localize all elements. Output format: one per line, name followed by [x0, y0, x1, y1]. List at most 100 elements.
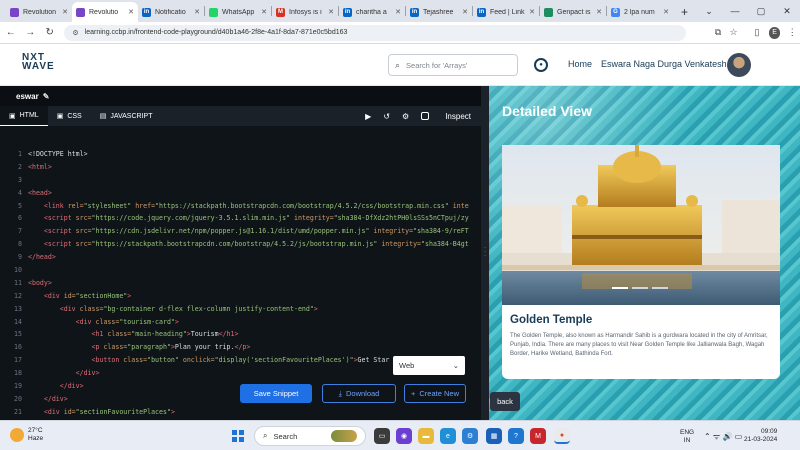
- tab-close-icon[interactable]: ✕: [395, 8, 401, 16]
- user-name[interactable]: Eswara Naga Durga Venkatesh: [601, 59, 727, 69]
- tab-css-label: CSS: [67, 112, 82, 120]
- tab-close-icon[interactable]: ✕: [261, 8, 267, 16]
- code-token: "bg-container d-flex flex-column justify…: [103, 304, 314, 313]
- reload-icon[interactable]: ↻: [41, 27, 58, 38]
- browser-tab[interactable]: WhatsApp ✕: [205, 2, 271, 22]
- download-button[interactable]: ⤓ Download: [322, 384, 396, 403]
- site-info-icon[interactable]: ⚙: [72, 29, 78, 37]
- tab-label: Genpact is: [557, 8, 591, 16]
- minimize-icon[interactable]: —: [722, 6, 748, 16]
- browser-tab[interactable]: in charitha a ✕: [339, 2, 405, 22]
- tab-css[interactable]: ▣ CSS: [48, 106, 91, 126]
- weather-widget[interactable]: 27°C Haze: [10, 427, 43, 443]
- browser-tab[interactable]: Revolution ✕: [6, 2, 72, 22]
- output-type-select[interactable]: Web ⌄: [393, 356, 465, 375]
- side-panel-icon[interactable]: ▯: [749, 27, 765, 38]
- code-token: onclick=: [182, 356, 215, 365]
- home-link[interactable]: Home: [568, 59, 592, 69]
- inspect-checkbox[interactable]: [421, 112, 430, 121]
- code-token: >: [170, 407, 175, 416]
- inspect-toggle[interactable]: Inspect: [421, 112, 471, 121]
- code-token: "https://stackpath.bootstrapcdn.com/boot…: [155, 201, 453, 210]
- search-input[interactable]: ⌕ Search for 'Arrays': [388, 54, 518, 76]
- line-number: 17: [14, 356, 22, 365]
- code-token: </h1>: [218, 330, 239, 339]
- tab-close-icon[interactable]: ✕: [62, 8, 68, 16]
- code-text: <script src="https://stackpath.bootstrap…: [28, 238, 469, 251]
- photos-app-icon[interactable]: ▦: [486, 428, 502, 444]
- code-token: src=: [75, 240, 92, 249]
- back-arrow-icon[interactable]: ←: [2, 27, 19, 38]
- back-button[interactable]: back: [490, 392, 520, 411]
- chrome-icon[interactable]: ●: [554, 428, 570, 444]
- taskbar-search[interactable]: ⌕ Search: [254, 426, 366, 446]
- browser-tab[interactable]: G 2 lpa num ✕: [607, 2, 673, 22]
- bookmark-star-icon[interactable]: ☆: [726, 27, 742, 38]
- file-explorer-icon[interactable]: ▬: [418, 428, 434, 444]
- code-text: <button class="button" onclick="display(…: [28, 354, 390, 367]
- code-token: id=: [63, 291, 76, 300]
- save-snippet-button[interactable]: Save Snippet: [240, 384, 312, 403]
- browser-tab[interactable]: M Infosys is i ✕: [272, 2, 338, 22]
- code-token: </div>: [28, 394, 68, 403]
- forward-arrow-icon[interactable]: →: [21, 27, 38, 38]
- tab-html[interactable]: ▣ HTML: [0, 106, 48, 126]
- tab-close-icon[interactable]: ✕: [596, 8, 602, 16]
- help-icon[interactable]: ?: [508, 428, 524, 444]
- tab-close-icon[interactable]: ✕: [194, 8, 200, 16]
- line-number: 21: [14, 407, 22, 416]
- reset-icon[interactable]: ↺: [383, 112, 390, 121]
- system-tray[interactable]: ⌃ ᯤ 🔊 ▭: [704, 431, 742, 442]
- chevron-down-icon[interactable]: ⌄: [696, 6, 722, 17]
- maximize-icon[interactable]: ▢: [748, 6, 774, 17]
- tab-close-icon[interactable]: ✕: [663, 8, 669, 16]
- browser-tab[interactable]: in Tejashree ✕: [406, 2, 472, 22]
- create-new-label: Create New: [419, 389, 459, 398]
- tab-close-icon[interactable]: ✕: [328, 8, 334, 16]
- tab-label: Notificatio: [155, 8, 186, 16]
- tab-close-icon[interactable]: ✕: [529, 8, 535, 16]
- input-language[interactable]: ENG IN: [680, 429, 694, 445]
- profile-avatar[interactable]: E: [768, 26, 781, 39]
- drag-handle-icon: · · ·: [484, 245, 486, 259]
- browser-tab[interactable]: Genpact is ✕: [540, 2, 606, 22]
- tab-close-icon[interactable]: ✕: [462, 8, 468, 16]
- run-play-icon[interactable]: ▶: [365, 112, 371, 121]
- close-icon[interactable]: ✕: [774, 6, 800, 17]
- code-token: "paragraph": [127, 343, 171, 352]
- line-number: 7: [18, 227, 22, 236]
- card-description: The Golden Temple, also known as Harmand…: [510, 333, 768, 357]
- timer-icon[interactable]: ●: [534, 58, 548, 72]
- search-highlight-image: [331, 430, 357, 442]
- panel-resize-handle[interactable]: · · ·: [481, 86, 489, 420]
- system-clock[interactable]: 09:09 21-03-2024: [744, 428, 777, 444]
- settings-app-icon[interactable]: ⚙: [462, 428, 478, 444]
- code-text: <html>: [28, 161, 52, 174]
- code-area[interactable]: 1 <!DOCTYPE html> 2 <html> 3 4 <head> 5 <link r…: [0, 148, 481, 420]
- new-tab-button[interactable]: +: [673, 2, 696, 22]
- windows-start-icon[interactable]: [232, 430, 244, 442]
- clock-date: 21-03-2024: [744, 436, 778, 443]
- tab-favicon-icon: in: [343, 7, 352, 17]
- install-app-icon[interactable]: ⧉: [710, 27, 726, 38]
- url-field[interactable]: ⚙ learning.ccbp.in/frontend-code-playgro…: [64, 24, 687, 41]
- taskbar-search-label: Search: [273, 431, 298, 441]
- code-token: integrity=: [373, 227, 414, 236]
- nxtwave-logo[interactable]: NXT WAVE: [22, 52, 68, 78]
- mcafee-icon[interactable]: M: [530, 428, 546, 444]
- edge-browser-icon[interactable]: e: [440, 428, 456, 444]
- tab-javascript[interactable]: ▤ JAVASCRIPT: [91, 106, 162, 126]
- browser-tab[interactable]: in Notificatio ✕: [138, 2, 204, 22]
- project-name: eswar: [16, 91, 39, 101]
- menu-kebab-icon[interactable]: ⋮: [784, 27, 800, 38]
- teams-icon[interactable]: ◉: [396, 428, 412, 444]
- create-new-button[interactable]: + Create New: [404, 384, 466, 403]
- task-view-icon[interactable]: ▭: [374, 428, 390, 444]
- edit-pencil-icon[interactable]: ✎: [43, 92, 50, 101]
- browser-tab[interactable]: Revolutio ✕: [72, 2, 138, 22]
- browser-tab[interactable]: in Feed | Link ✕: [473, 2, 539, 22]
- settings-gear-icon[interactable]: ⚙: [402, 112, 409, 121]
- avatar[interactable]: [727, 53, 751, 77]
- tab-label: Infosys is i: [289, 8, 322, 16]
- tab-close-icon[interactable]: ✕: [128, 8, 134, 16]
